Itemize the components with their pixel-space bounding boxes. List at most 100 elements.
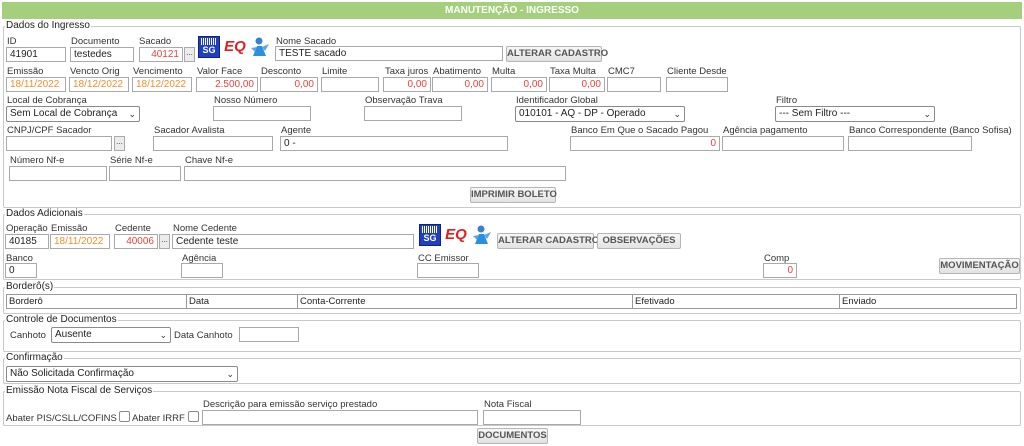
vencto-orig-field[interactable]: 18/12/2022 (69, 77, 129, 92)
emissao-adicional-label: Emissão (51, 223, 88, 234)
id-label: ID (7, 36, 17, 47)
confirmacao-select[interactable]: Não Solicitada Confirmação ⌄ (6, 366, 238, 382)
banco-sacado-pagou-label: Banco Em Que o Sacado Pagou (571, 125, 709, 136)
cmc7-field[interactable] (607, 77, 661, 92)
taxa-multa-field[interactable]: 0,00 (549, 77, 605, 92)
eq-app-icon[interactable]: EQ (444, 224, 468, 246)
abater-pis-checkbox[interactable] (119, 411, 130, 422)
agencia-pagamento-label: Agência pagamento (723, 125, 808, 136)
filtro-label: Filtro (776, 95, 798, 106)
section-legend: Borderô(s) (6, 281, 54, 292)
chevron-down-icon: ⌄ (673, 109, 681, 119)
agente-field[interactable]: 0 - (280, 136, 508, 151)
cedente-field[interactable]: 40006 (114, 234, 158, 249)
nota-fiscal-field[interactable] (483, 410, 581, 425)
banco-correspondente-field[interactable] (848, 136, 972, 151)
numero-nfe-field[interactable] (9, 166, 107, 181)
page-title: MANUTENÇÃO - INGRESSO (2, 2, 1022, 19)
cnpj-lookup-button[interactable]: ... (114, 136, 125, 151)
movimentacao-button[interactable]: MOVIMENTAÇÃO (939, 258, 1020, 274)
banco-field[interactable]: 0 (5, 263, 37, 278)
desconto-field[interactable]: 0,00 (260, 77, 318, 92)
emissao-field[interactable]: 18/11/2022 (6, 77, 66, 92)
comp-field[interactable]: 0 (763, 263, 797, 278)
multa-field[interactable]: 0,00 (491, 77, 547, 92)
cmc7-label: CMC7 (608, 66, 635, 77)
taxa-juros-field[interactable]: 0,00 (383, 77, 431, 92)
nome-cedente-field[interactable]: Cedente teste (172, 234, 414, 249)
alterar-cadastro-cedente-button[interactable]: ALTERAR CADASTRO (497, 233, 599, 249)
nome-cedente-label: Nome Cedente (173, 223, 237, 234)
data-canhoto-field[interactable] (239, 327, 299, 342)
chevron-down-icon: ⌄ (923, 109, 931, 119)
documentos-button[interactable]: DOCUMENTOS (477, 428, 548, 444)
limite-field[interactable] (321, 77, 379, 92)
cnpj-sacador-field[interactable] (6, 136, 112, 151)
chave-nfe-label: Chave Nf-e (185, 155, 234, 166)
person-search-icon[interactable] (471, 224, 493, 246)
abater-irrf-checkbox[interactable] (188, 411, 199, 422)
eq-app-icon[interactable]: EQ (223, 36, 247, 58)
abater-pis-label: Abater PIS/CSLL/COFINS (6, 413, 117, 424)
agente-label: Agente (281, 125, 312, 136)
vencimento-field[interactable]: 18/12/2022 (132, 77, 192, 92)
agencia-pagamento-field[interactable] (722, 136, 844, 151)
operacao-field[interactable]: 40185 (5, 234, 49, 249)
sacador-avalista-field[interactable] (153, 136, 273, 151)
chave-nfe-field[interactable] (184, 166, 566, 181)
nosso-numero-field[interactable] (213, 106, 311, 121)
section-legend: Controle de Documentos (6, 314, 117, 325)
cliente-desde-field[interactable] (666, 77, 728, 92)
nota-fiscal-label: Nota Fiscal (484, 399, 532, 410)
imprimir-boleto-button[interactable]: IMPRIMIR BOLETO (470, 187, 557, 203)
sacado-lookup-button[interactable]: ... (184, 47, 195, 62)
descricao-servico-field[interactable] (202, 410, 478, 425)
chevron-down-icon: ⌄ (128, 109, 136, 119)
identificador-global-value: 010101 - AQ - DP - Operado (519, 108, 646, 119)
local-cobranca-value: Sem Local de Cobrança (10, 108, 118, 119)
valor-face-label: Valor Face (197, 66, 243, 77)
section-legend: Dados Adicionais (6, 208, 83, 219)
descricao-servico-label: Descrição para emissão serviço prestado (203, 399, 378, 410)
sacado-label: Sacado (139, 36, 172, 47)
emissao-adicional-field[interactable]: 18/11/2022 (50, 234, 110, 249)
numero-nfe-label: Número Nf-e (10, 155, 65, 166)
data-canhoto-label: Data Canhoto (174, 330, 233, 341)
section-legend: Emissão Nota Fiscal de Serviços (6, 385, 153, 396)
canhoto-select[interactable]: Ausente ⌄ (51, 327, 171, 343)
sacado-field[interactable]: 40121 (139, 47, 183, 62)
local-cobranca-select[interactable]: Sem Local de Cobrança ⌄ (6, 106, 140, 122)
identificador-global-select[interactable]: 010101 - AQ - DP - Operado ⌄ (515, 106, 685, 122)
abatimento-field[interactable]: 0,00 (432, 77, 488, 92)
sg-app-icon[interactable]: SG (198, 36, 220, 58)
table-header-efetivado: Efetivado (632, 294, 840, 309)
limite-label: Limite (322, 66, 348, 77)
desconto-label: Desconto (261, 66, 302, 77)
observacao-trava-field[interactable] (364, 106, 462, 121)
local-cobranca-label: Local de Cobrança (7, 95, 87, 106)
banco-correspondente-label: Banco Correspondente (Banco Sofisa) (849, 125, 1012, 136)
cc-emissor-field[interactable] (417, 263, 479, 278)
taxa-juros-label: Taxa juros (385, 66, 429, 77)
confirmacao-value: Não Solicitada Confirmação (10, 368, 134, 379)
cedente-lookup-button[interactable]: ... (159, 234, 170, 249)
agencia-field[interactable] (181, 263, 223, 278)
filtro-select[interactable]: --- Sem Filtro --- ⌄ (775, 106, 935, 122)
table-header-enviado: Enviado (839, 294, 1017, 309)
id-field[interactable]: 41901 (6, 47, 66, 62)
serie-nfe-field[interactable] (109, 166, 181, 181)
valor-face-field[interactable]: 2.500,00 (196, 77, 258, 92)
sacador-avalista-label: Sacador Avalista (154, 125, 225, 136)
observacoes-button[interactable]: OBSERVAÇÕES (597, 233, 681, 249)
identificador-global-label: Identificador Global (516, 95, 598, 106)
chevron-down-icon: ⌄ (159, 330, 167, 340)
alterar-cadastro-sacado-button[interactable]: ALTERAR CADASTRO (506, 46, 608, 62)
documento-field[interactable]: testedes (70, 47, 134, 62)
banco-sacado-pagou-field[interactable]: 0 (570, 136, 720, 151)
operacao-label: Operação (6, 223, 48, 234)
nome-sacado-field[interactable]: TESTE sacado (275, 46, 503, 61)
chevron-down-icon: ⌄ (226, 369, 234, 379)
person-search-icon[interactable] (249, 36, 271, 58)
cliente-desde-label: Cliente Desde (667, 66, 727, 77)
sg-app-icon[interactable]: SG (419, 224, 441, 246)
